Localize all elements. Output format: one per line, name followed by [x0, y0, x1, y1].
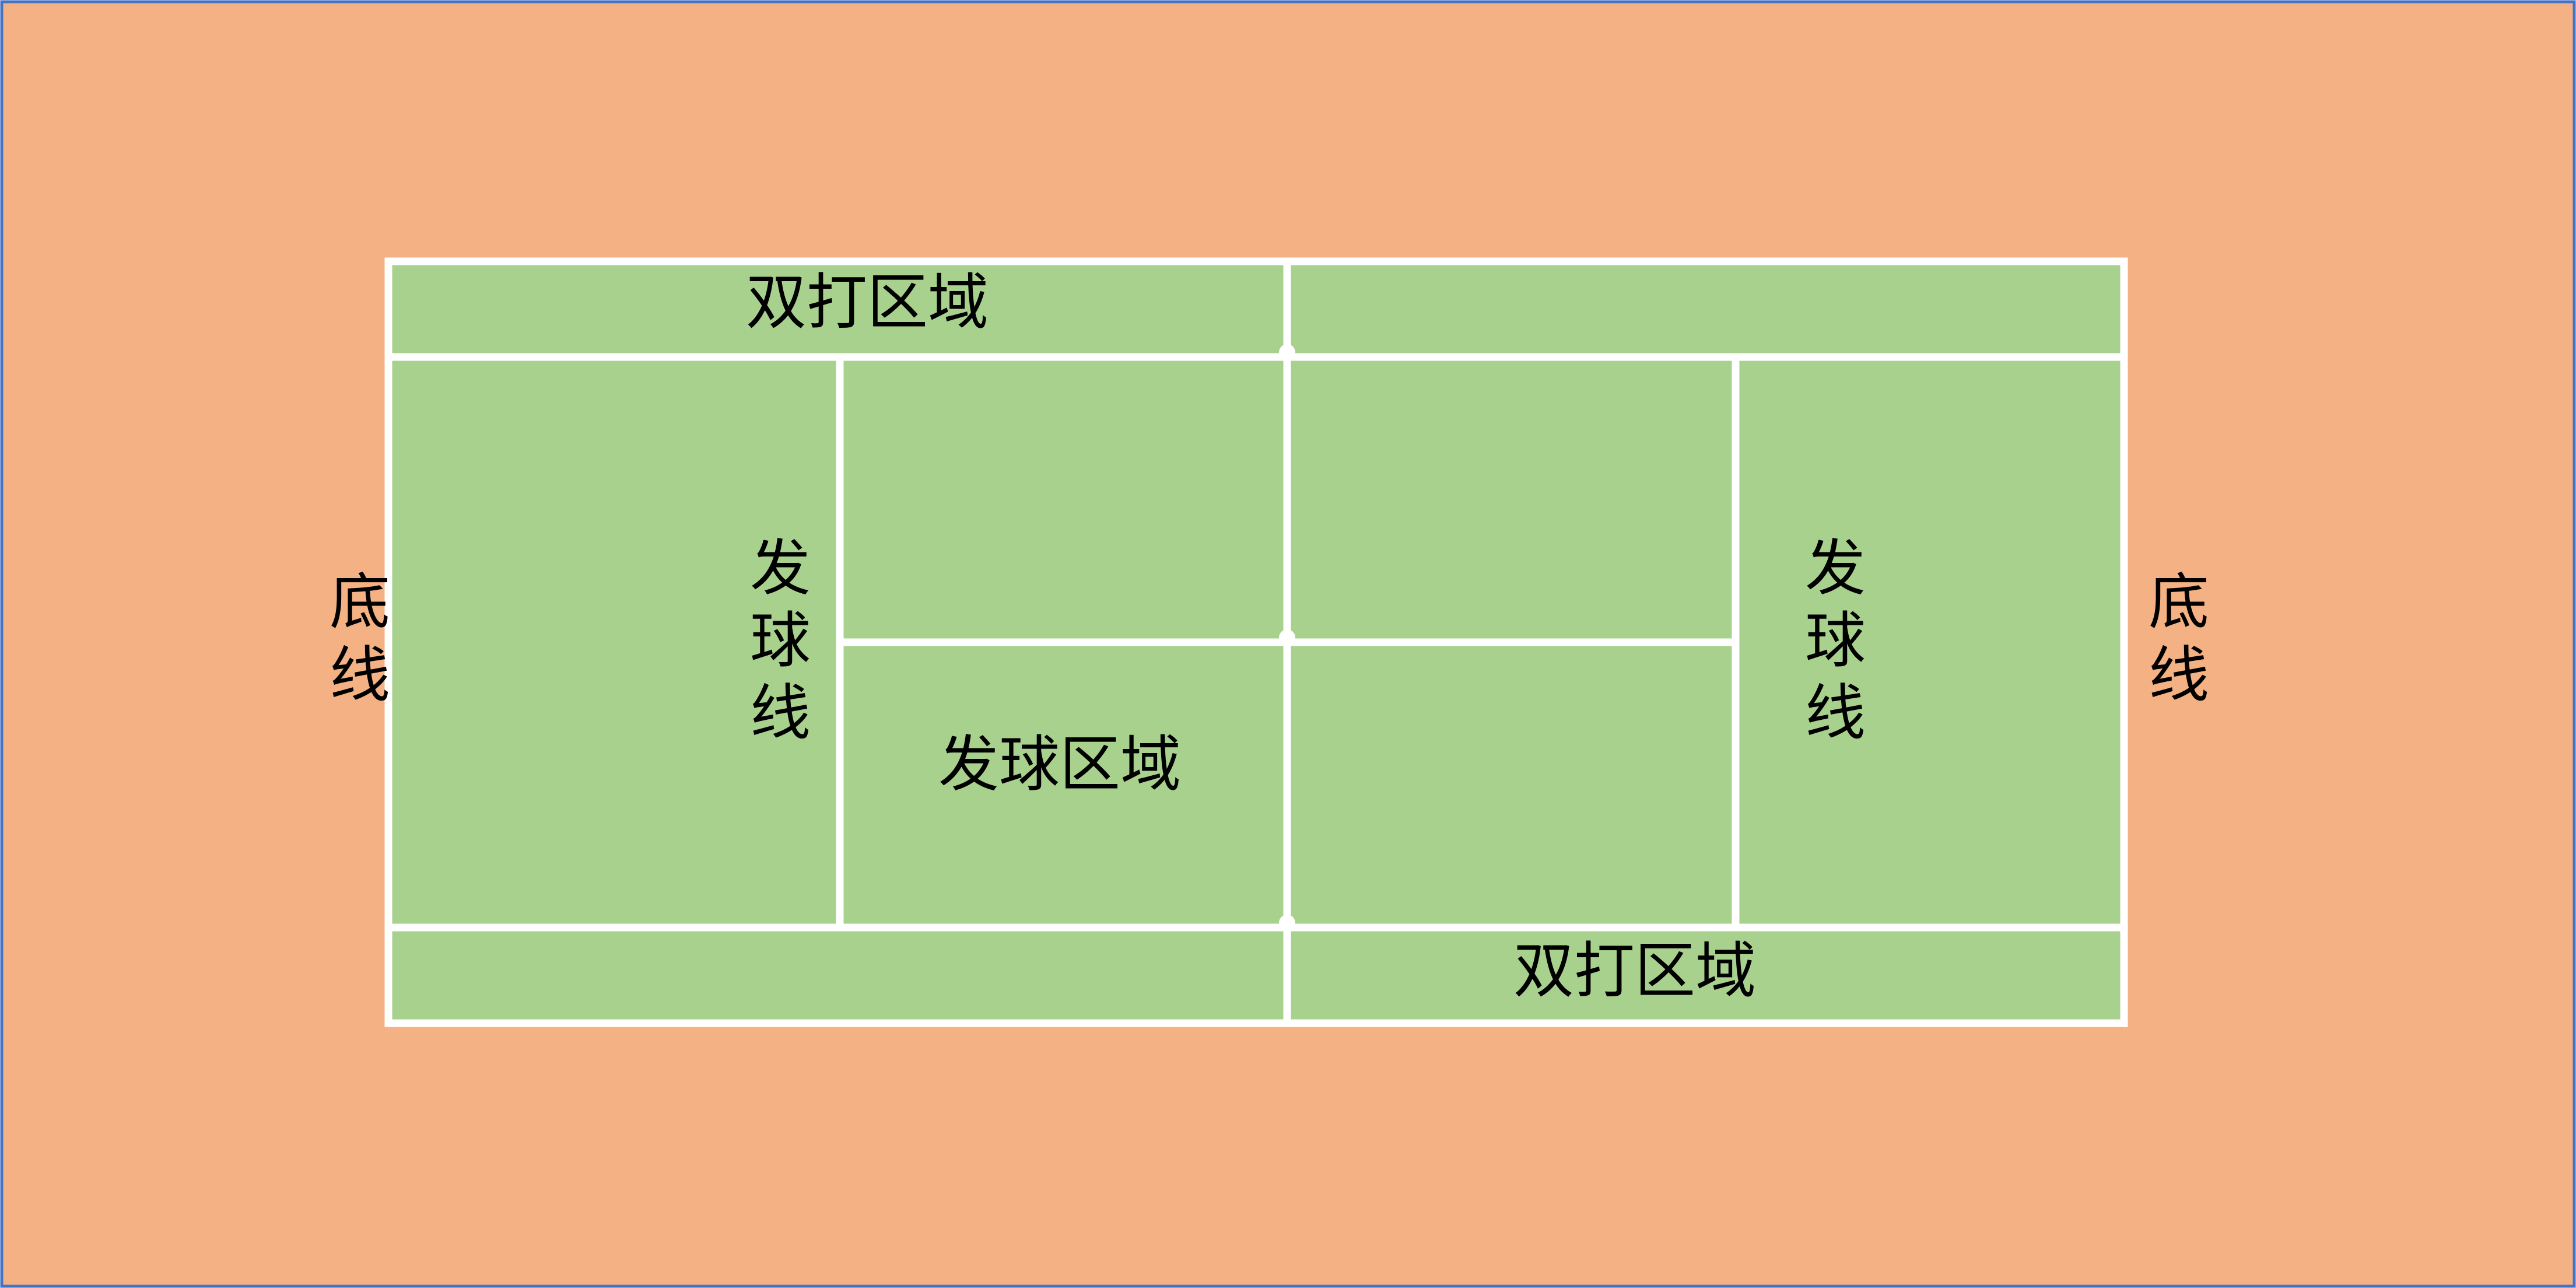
net-junction-top [1279, 344, 1295, 360]
service-area-label: 发球区域 [938, 729, 1181, 800]
service-line-left-char-1: 发 [750, 533, 811, 604]
baseline-left-char-1: 底 [330, 566, 390, 638]
service-line-left-char-3: 线 [750, 677, 811, 748]
doubles-area-label-top: 双打区域 [746, 267, 989, 338]
service-line-label-right: 发 球 线 [1805, 533, 1866, 748]
doubles-area-label-bottom: 双打区域 [1513, 935, 1756, 1006]
tennis-court-diagram: 双打区域 双打区域 发球区域 底 线 底 线 发 球 线 发 球 线 [0, 0, 2576, 1288]
service-line-right-char-2: 球 [1805, 605, 1866, 676]
service-line-right-char-3: 线 [1805, 677, 1866, 748]
net-junction-bottom [1279, 915, 1295, 931]
service-line-right-char-1: 发 [1805, 533, 1866, 604]
baseline-right-char-2: 线 [2149, 639, 2209, 710]
service-line-left-char-2: 球 [750, 605, 811, 676]
service-line-label-left: 发 球 线 [750, 533, 811, 748]
baseline-right-char-1: 底 [2149, 566, 2209, 638]
net-junction-center [1279, 629, 1295, 646]
baseline-left-char-2: 线 [330, 639, 390, 710]
